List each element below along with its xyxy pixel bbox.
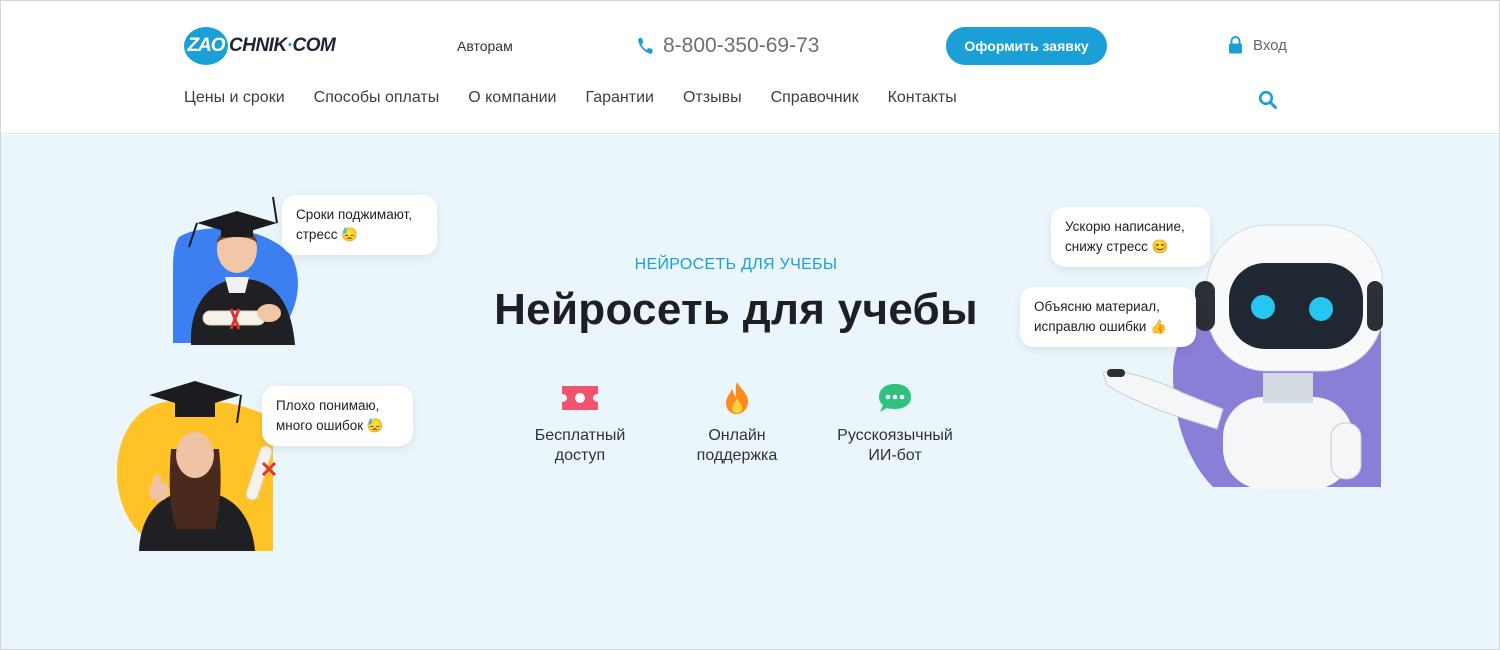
nav-item-contacts[interactable]: Контакты [888, 89, 957, 107]
logo-badge: ZAO [184, 27, 228, 65]
logo-wordmark-main: CHNIK [229, 35, 287, 56]
speech-bubble-student-female: Плохо понимаю, много ошибок 😓 [262, 386, 413, 446]
nav-item-about[interactable]: О компании [468, 89, 556, 107]
search-icon[interactable] [1258, 90, 1278, 110]
feature-label: Русскоязычный ИИ-бот [837, 427, 953, 464]
logo-wordmark: CHNIK·COM [229, 35, 336, 57]
flame-icon [726, 382, 749, 414]
chat-icon [879, 384, 911, 412]
nav-item-reference[interactable]: Справочник [771, 89, 859, 107]
feature-label: Онлайн поддержка [696, 427, 778, 464]
hero-eyebrow: НЕЙРОСЕТЬ ДЛЯ УЧЕБЫ [634, 256, 838, 273]
nav-item-prices[interactable]: Цены и сроки [184, 89, 285, 107]
site-header: ZAO CHNIK·COM Авторам 8-800-350-69-73 Оф… [1, 1, 1499, 134]
nav-item-reviews[interactable]: Отзывы [683, 89, 742, 107]
logo[interactable]: ZAO CHNIK·COM [184, 27, 336, 65]
hero-section: Сроки поджимают, стресс 😓 Плохо понимаю,… [1, 135, 1499, 649]
submit-request-button[interactable]: Оформить заявку [946, 27, 1107, 65]
login-label: Вход [1253, 36, 1287, 54]
login-link[interactable]: Вход [1228, 36, 1287, 54]
phone-icon [638, 38, 653, 54]
logo-wordmark-tld: COM [292, 35, 336, 56]
authors-link[interactable]: Авторам [457, 38, 513, 54]
nav-item-payment[interactable]: Способы оплаты [314, 89, 440, 107]
feature-online-support: Онлайн поддержка [657, 380, 817, 466]
ticket-icon [562, 386, 598, 410]
main-nav: Цены и сроки Способы оплаты О компании Г… [184, 89, 986, 107]
phone-link[interactable]: 8-800-350-69-73 [637, 34, 819, 58]
page: ZAO CHNIK·COM Авторам 8-800-350-69-73 Оф… [0, 0, 1500, 650]
lock-icon [1229, 36, 1242, 54]
feature-free-access: Бесплатный доступ [500, 380, 660, 466]
graduate-female-illustration [116, 381, 277, 551]
feature-label: Бесплатный доступ [534, 427, 626, 464]
speech-bubble-student-male: Сроки поджимают, стресс 😓 [282, 195, 437, 255]
nav-item-guarantees[interactable]: Гарантии [585, 89, 654, 107]
feature-russian-ai-bot: Русскоязычный ИИ-бот [815, 380, 975, 466]
hero-title: Нейросеть для учебы [494, 285, 978, 334]
phone-number: 8-800-350-69-73 [663, 34, 820, 57]
